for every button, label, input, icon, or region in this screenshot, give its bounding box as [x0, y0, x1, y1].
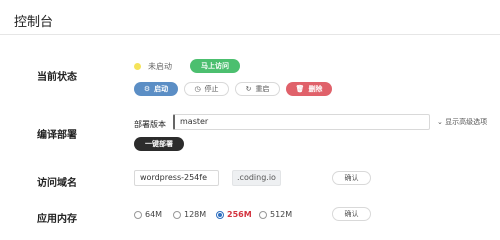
subdomain-input[interactable]: wordpress-254fe [134, 170, 219, 186]
advanced-options-toggle[interactable]: ⌄ 显示高级选项 [437, 117, 487, 127]
start-button[interactable]: ⚙ 启动 [134, 82, 178, 96]
status-text: 未启动 [148, 62, 172, 71]
status-dot-icon [134, 63, 141, 70]
subdomain-value: wordpress-254fe [140, 173, 208, 182]
visit-now-button[interactable]: 马上访问 [190, 59, 240, 73]
memory-confirm-button[interactable]: 确认 [332, 207, 371, 221]
deploy-label: 编译部署 [37, 130, 77, 141]
memory-option-256m[interactable]: 256M [227, 210, 252, 219]
domain-label: 访问域名 [37, 178, 77, 189]
memory-radio-64m[interactable] [134, 211, 142, 219]
clock-icon: ◷ [194, 85, 201, 93]
version-input[interactable]: master [173, 114, 430, 130]
delete-label: 删除 [308, 85, 323, 93]
trash-icon: 🗑 [295, 85, 305, 93]
version-label: 部署版本 [134, 120, 166, 129]
memory-option-128m[interactable]: 128M [184, 210, 206, 219]
refresh-icon: ↻ [245, 85, 252, 93]
deploy-button-label: 一键部署 [145, 140, 173, 148]
memory-option-512m[interactable]: 512M [270, 210, 292, 219]
version-value: master [180, 117, 209, 126]
domain-confirm-button[interactable]: 确认 [332, 171, 371, 185]
visit-now-label: 马上访问 [201, 62, 229, 70]
status-label: 当前状态 [37, 72, 77, 83]
memory-option-64m[interactable]: 64M [145, 210, 162, 219]
restart-button[interactable]: ↻ 重启 [235, 82, 280, 96]
memory-confirm-label: 确认 [344, 210, 359, 218]
page-title: 控制台 [14, 15, 54, 30]
one-click-deploy-button[interactable]: 一键部署 [134, 137, 184, 151]
domain-suffix-text: .coding.io [237, 173, 276, 182]
gear-icon: ⚙ [143, 85, 151, 93]
memory-radio-512m[interactable] [259, 211, 267, 219]
delete-button[interactable]: 🗑 删除 [286, 82, 332, 96]
memory-radio-128m[interactable] [173, 211, 181, 219]
stop-button[interactable]: ◷ 停止 [184, 82, 229, 96]
restart-label: 重启 [255, 85, 270, 93]
domain-suffix: .coding.io [232, 170, 281, 186]
advanced-options-label: 显示高级选项 [445, 118, 488, 126]
console-header: 控制台 [0, 0, 500, 35]
domain-confirm-label: 确认 [344, 174, 359, 182]
chevron-down-icon: ⌄ [437, 118, 443, 126]
stop-label: 停止 [204, 85, 219, 93]
memory-label: 应用内存 [37, 214, 77, 225]
start-label: 启动 [154, 85, 169, 93]
memory-radio-256m[interactable] [216, 211, 224, 219]
